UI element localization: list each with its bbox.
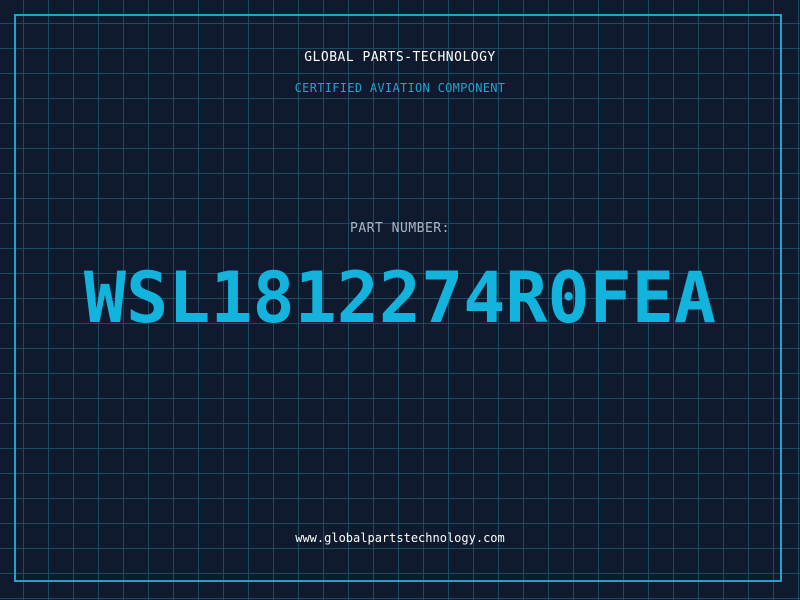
part-label-card: GLOBAL PARTS-TECHNOLOGY CERTIFIED AVIATI…	[0, 0, 800, 600]
company-name: GLOBAL PARTS-TECHNOLOGY	[304, 50, 496, 65]
website-url: www.globalpartstechnology.com	[295, 531, 505, 545]
part-number-label: PART NUMBER:	[350, 221, 450, 236]
part-number-value: WSL1812274R0FEA	[83, 257, 717, 339]
certification-subtitle: CERTIFIED AVIATION COMPONENT	[294, 81, 506, 95]
